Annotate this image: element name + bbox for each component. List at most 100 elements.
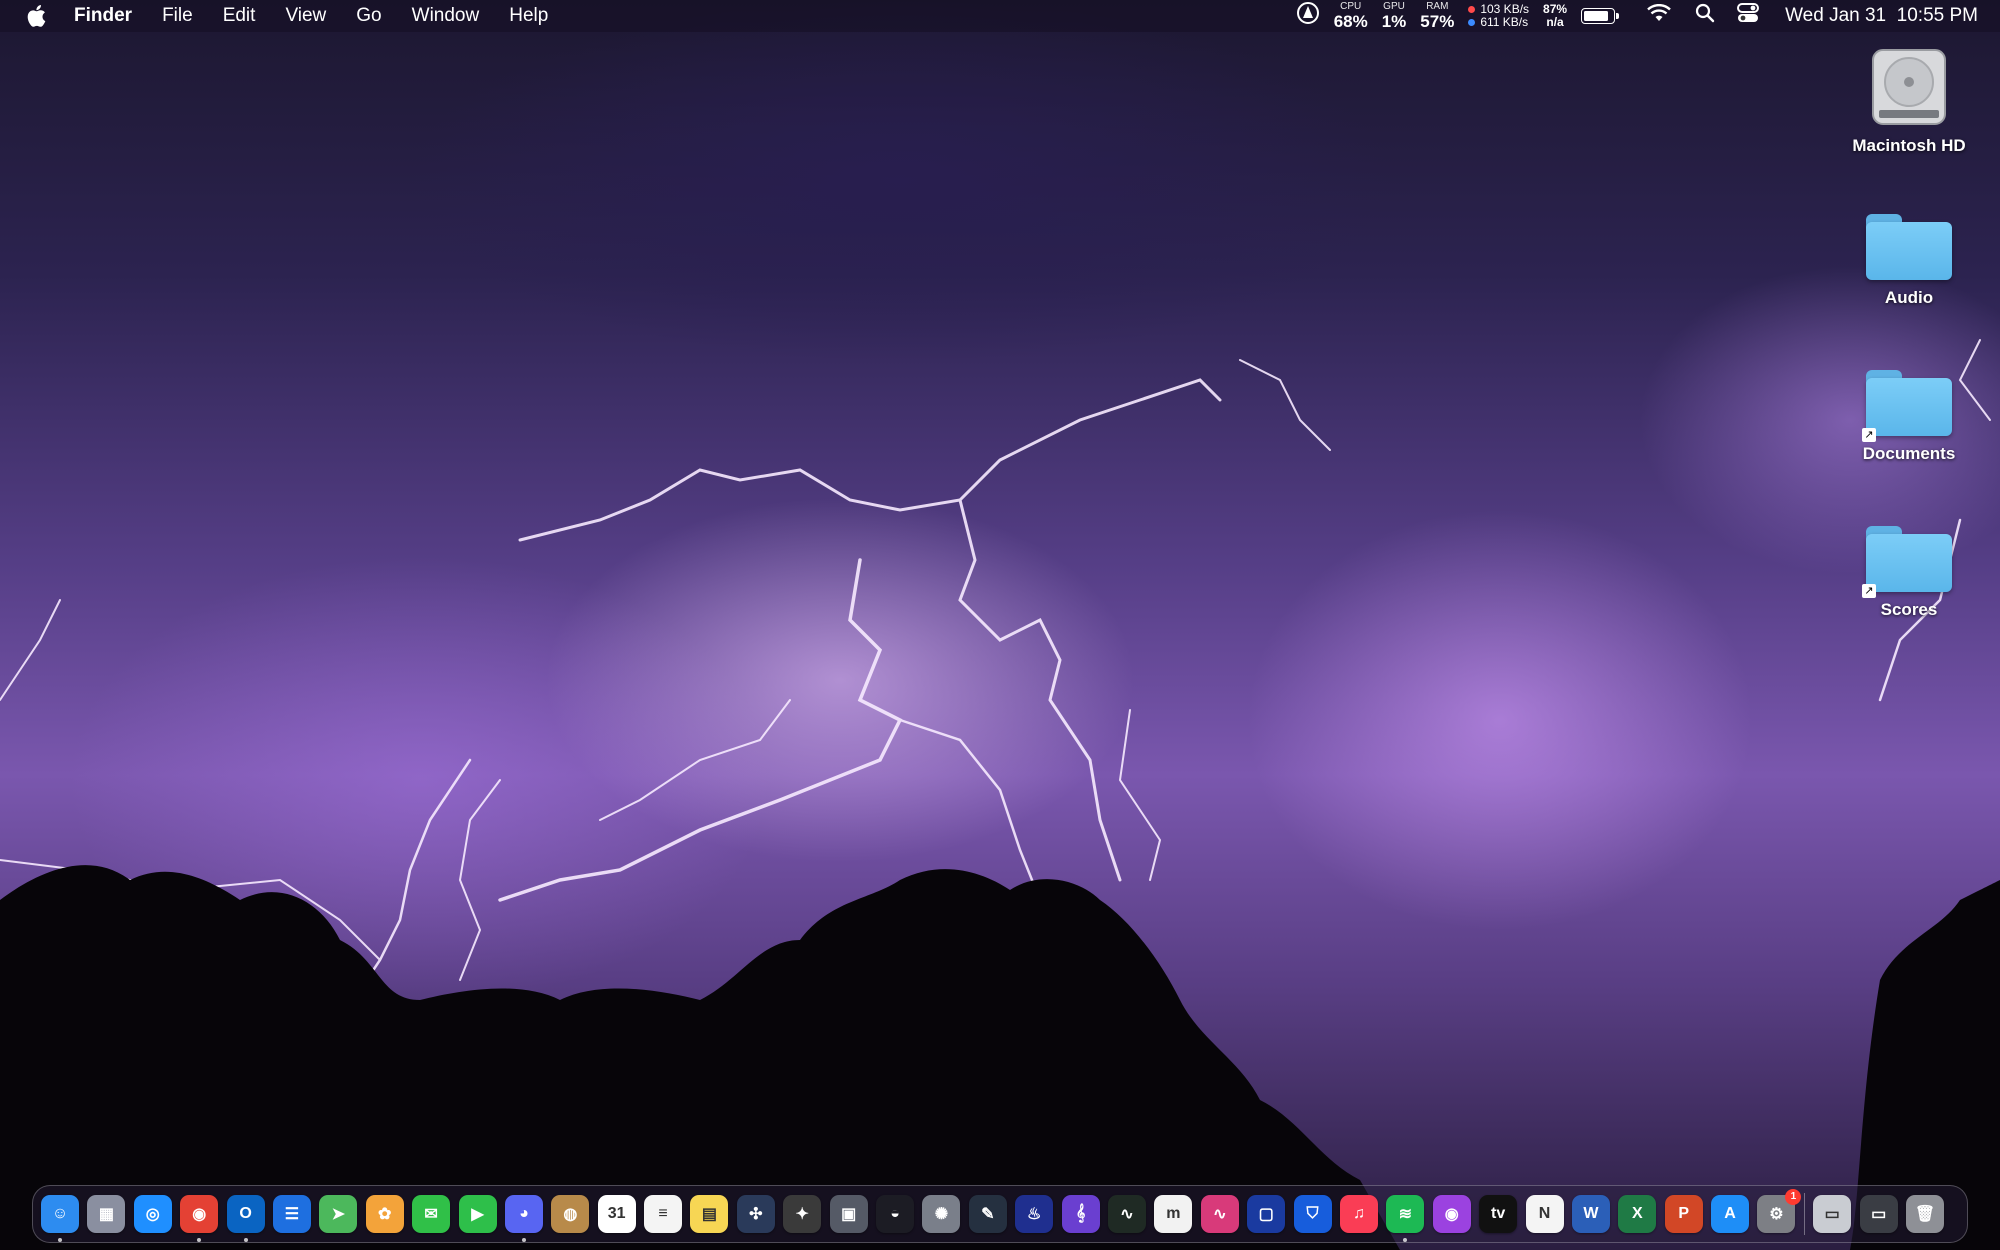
folder-alias-icon: ↗ [1862, 522, 1952, 598]
dock-app-excel[interactable]: X [1618, 1195, 1657, 1233]
dock-app-outlook[interactable]: O [226, 1195, 265, 1242]
dock-app-powerpoint[interactable]: P [1664, 1195, 1703, 1233]
dock-app-word[interactable]: W [1571, 1195, 1610, 1233]
cpu-monitor[interactable]: CPU 68% [1333, 2, 1368, 31]
dock-app-safari[interactable]: ◎ [133, 1195, 172, 1233]
system-settings-icon: ⚙ [1769, 1206, 1784, 1223]
dock-app-files[interactable]: ☰ [272, 1195, 311, 1233]
menu-view[interactable]: View [270, 0, 341, 32]
files-icon: ☰ [284, 1206, 300, 1223]
dock-app-obs[interactable]: ◒ [876, 1195, 915, 1233]
gpu-value: 1% [1381, 12, 1407, 31]
battery-time: n/a [1546, 15, 1564, 29]
dock-app-davinci-resolve[interactable]: ✣ [736, 1195, 775, 1233]
menu-edit[interactable]: Edit [208, 0, 271, 32]
facetime-icon: ▶ [471, 1206, 484, 1223]
dock-app-podcasts[interactable]: ◉ [1432, 1195, 1471, 1233]
dock-app-waveform-app[interactable]: ∿ [1200, 1195, 1239, 1233]
dock-app-downloads-stack[interactable]: ▭ [1813, 1195, 1852, 1233]
battery-stats[interactable]: 87% n/a [1543, 3, 1567, 29]
running-indicator [521, 1238, 526, 1242]
wifi-icon[interactable] [1647, 3, 1671, 28]
chrome-icon: ◉ [192, 1206, 207, 1223]
dock-app-maps[interactable]: ➤ [319, 1195, 358, 1233]
dock-app-facetime[interactable]: ▶ [458, 1195, 497, 1233]
outlook-icon: O [239, 1205, 252, 1222]
menu-window[interactable]: Window [397, 0, 495, 32]
dock-app-news[interactable]: N [1525, 1195, 1564, 1233]
discord-icon: ◕ [519, 1205, 529, 1222]
dock-app-system-settings[interactable]: ⚙ 1 [1757, 1189, 1802, 1233]
menu-go[interactable]: Go [341, 0, 396, 32]
trash-icon: 🗑 [1914, 1206, 1936, 1223]
dock-app-m-app[interactable]: m [1154, 1195, 1193, 1233]
finder-icon: ☺ [51, 1205, 69, 1222]
menu-clock[interactable]: Wed Jan 31 10:55 PM [1785, 5, 1978, 27]
dock-app-apple-tv[interactable]: tv [1479, 1195, 1518, 1233]
dock-app-finder[interactable]: ☺ [41, 1195, 79, 1242]
battery-icon[interactable] [1581, 8, 1620, 24]
fan-control-icon: ✺ [934, 1206, 949, 1223]
photos-icon: ✿ [378, 1206, 392, 1223]
menu-file[interactable]: File [147, 0, 208, 32]
gpu-monitor[interactable]: GPU 1% [1381, 2, 1407, 31]
running-indicator [58, 1238, 62, 1242]
apple-menu-icon[interactable] [26, 4, 48, 28]
word-icon: W [1583, 1205, 1599, 1222]
dock-app-spotify[interactable]: ≋ [1386, 1195, 1425, 1242]
desktop-item-macintosh-hd[interactable]: Macintosh HD [1829, 46, 1989, 156]
messages-icon: ✉ [424, 1206, 438, 1223]
dock-app-archive[interactable]: ◍ [551, 1195, 590, 1233]
dock-app-activity-monitor[interactable]: ∿ [1107, 1195, 1146, 1233]
dock-app-launchpad[interactable]: ▦ [87, 1195, 126, 1233]
menu-help[interactable]: Help [494, 0, 563, 32]
activity-monitor-icon: ∿ [1120, 1206, 1134, 1223]
accessibility-status-icon[interactable] [1296, 1, 1320, 31]
square-app-icon: ▢ [1258, 1206, 1274, 1223]
dock-app-square-app[interactable]: ▢ [1247, 1195, 1286, 1233]
cpu-value: 68% [1333, 12, 1368, 31]
ram-monitor[interactable]: RAM 57% [1420, 2, 1455, 31]
dock-app-bitwarden[interactable]: ⛉ [1293, 1195, 1332, 1233]
dock-app-trash[interactable]: 🗑 [1906, 1195, 1945, 1233]
dock-app-reminders[interactable]: ≡ [644, 1195, 683, 1233]
desktop-item-audio[interactable]: Audio [1829, 210, 1989, 308]
dock-app-musescore[interactable]: 𝄞 [1061, 1195, 1100, 1233]
dock-app-calendar[interactable]: 31 [597, 1195, 636, 1233]
hard-drive-icon [1872, 49, 1946, 125]
dock-app-app-store[interactable]: A [1711, 1195, 1750, 1233]
excel-icon: X [1631, 1205, 1643, 1222]
network-monitor[interactable]: 103 KB/s 611 KB/s [1468, 3, 1529, 29]
bitwarden-icon: ⛉ [1306, 1205, 1319, 1222]
dock-app-recent-stack[interactable]: ▭ [1859, 1195, 1898, 1233]
reminders-icon: ≡ [658, 1205, 668, 1222]
dock-app-photos[interactable]: ✿ [365, 1195, 404, 1233]
downloads-stack-icon: ▭ [1824, 1206, 1840, 1223]
dock-app-motion[interactable]: ✦ [783, 1195, 822, 1233]
desktop-item-documents[interactable]: ↗ Documents [1829, 366, 1989, 464]
menu-bar-left: Finder File Edit View Go Window Help [0, 0, 563, 32]
dock-app-notes[interactable]: ▤ [690, 1195, 729, 1233]
dock-app-music[interactable]: ♫ [1339, 1195, 1378, 1233]
podcasts-icon: ◉ [1444, 1206, 1459, 1223]
menu-app-name[interactable]: Finder [74, 0, 147, 32]
dock-app-messages[interactable]: ✉ [412, 1195, 451, 1233]
desktop-item-label: Audio [1884, 288, 1934, 307]
apple-tv-icon: tv [1490, 1205, 1506, 1222]
spotlight-search-icon[interactable] [1695, 3, 1715, 29]
dock-app-fan-control[interactable]: ✺ [922, 1195, 961, 1233]
folder-icon [1866, 210, 1952, 282]
desktop-item-scores[interactable]: ↗ Scores [1829, 522, 1989, 620]
control-center-icon[interactable] [1737, 3, 1760, 29]
dock-app-discord[interactable]: ◕ [504, 1195, 543, 1242]
ram-value: 57% [1420, 12, 1455, 31]
news-icon: N [1538, 1205, 1551, 1222]
musescore-icon: 𝄞 [1075, 1205, 1086, 1222]
dock-app-chrome[interactable]: ◉ [180, 1195, 219, 1242]
dock-app-compressor[interactable]: ▣ [829, 1195, 868, 1233]
dock-app-logic-pro[interactable]: ✎ [968, 1195, 1007, 1233]
notification-badge: 1 [1785, 1189, 1802, 1205]
audio-app-icon: ♨ [1027, 1206, 1042, 1223]
compressor-icon: ▣ [841, 1206, 857, 1223]
dock-app-audio-app[interactable]: ♨ [1015, 1195, 1054, 1233]
